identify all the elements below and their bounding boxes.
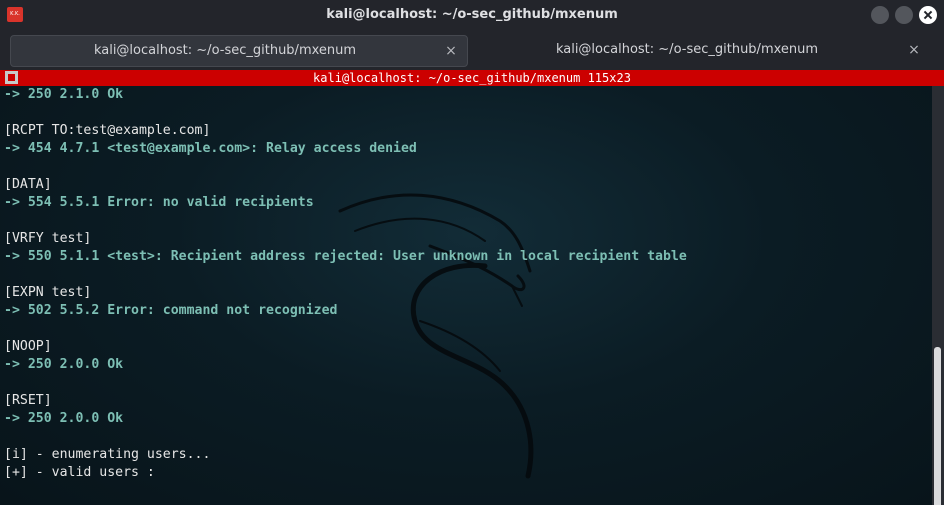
terminal-header-bar: kali@localhost: ~/o-sec_github/mxenum 11…	[0, 70, 944, 86]
terminal-header-title: kali@localhost: ~/o-sec_github/mxenum 11…	[313, 71, 631, 85]
tab-1[interactable]: kali@localhost: ~/o-sec_github/mxenum ×	[10, 35, 468, 67]
terminal-window: K.K. kali@localhost: ~/o-sec_github/mxen…	[0, 0, 944, 505]
terminal-line: -> 250 2.0.0 Ok	[4, 357, 124, 372]
terminal-line: [VRFY test]	[4, 231, 92, 246]
scrollbar-thumb[interactable]	[934, 347, 941, 505]
terminal-line: [RSET]	[4, 393, 52, 408]
terminal-line: [RCPT TO:test@example.com]	[4, 123, 211, 138]
close-window-button[interactable]	[919, 6, 937, 24]
maximize-button[interactable]	[895, 6, 913, 24]
terminal-output[interactable]: -> 250 2.1.0 Ok [RCPT TO:test@example.com…	[0, 86, 944, 505]
terminal-scrollbar[interactable]	[932, 86, 944, 505]
terminal-line: -> 554 5.5.1 Error: no valid recipients	[4, 195, 314, 210]
tab-2-label: kali@localhost: ~/o-sec_github/mxenum	[555, 42, 819, 57]
tab-2[interactable]: kali@localhost: ~/o-sec_github/mxenum ×	[474, 35, 930, 65]
terminal-line: -> 250 2.0.0 Ok	[4, 411, 124, 426]
terminal-line: [i] - enumerating users...	[4, 447, 211, 462]
tab-1-close-icon[interactable]: ×	[443, 36, 459, 66]
window-title: kali@localhost: ~/o-sec_github/mxenum	[326, 7, 618, 22]
terminal-line: -> 502 5.5.2 Error: command not recogniz…	[4, 303, 338, 318]
terminal-line: -> 454 4.7.1 <test@example.com>: Relay a…	[4, 141, 417, 156]
terminal-line: [DATA]	[4, 177, 52, 192]
terminal-line: -> 550 5.1.1 <test>: Recipient address r…	[4, 249, 687, 264]
tab-1-label: kali@localhost: ~/o-sec_github/mxenum	[93, 43, 357, 58]
title-bar[interactable]: K.K. kali@localhost: ~/o-sec_github/mxen…	[0, 0, 944, 30]
minimize-button[interactable]	[871, 6, 889, 24]
terminal-line: -> 250 2.1.0 Ok	[4, 87, 124, 102]
kali-dragon-logo	[338, 193, 534, 479]
terminal-line: [+] - valid users :	[4, 465, 155, 480]
terminal-line: [EXPN test]	[4, 285, 92, 300]
terminal-line: [NOOP]	[4, 339, 52, 354]
tab-2-close-icon[interactable]: ×	[906, 35, 922, 65]
tab-bar: kali@localhost: ~/o-sec_github/mxenum × …	[0, 30, 944, 70]
